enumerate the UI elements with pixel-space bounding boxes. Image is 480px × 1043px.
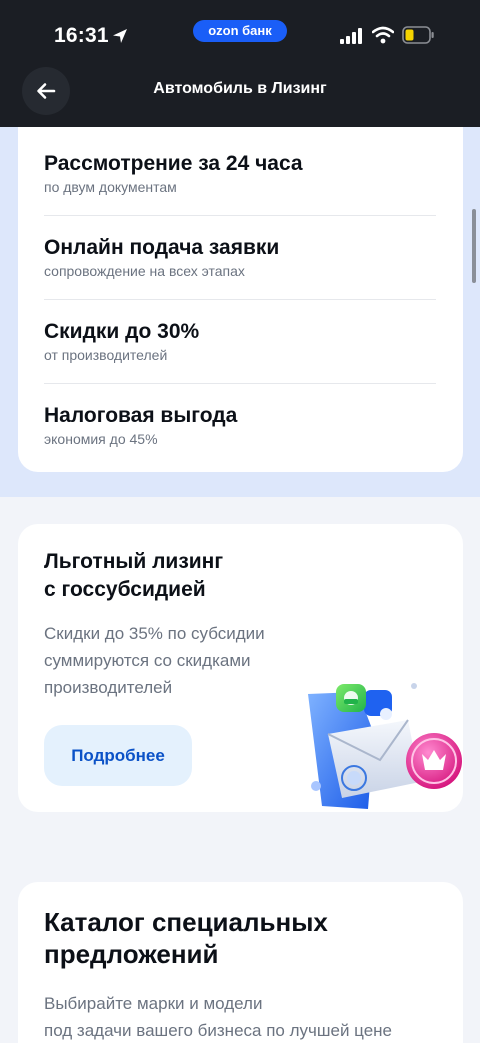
feature-subtitle: от производителей	[44, 347, 168, 363]
features-card: Рассмотрение за 24 часа по двум документ…	[18, 127, 463, 472]
location-arrow-icon	[113, 29, 127, 43]
feature-title: Налоговая выгода	[44, 404, 238, 427]
wifi-icon	[372, 26, 394, 44]
subsidy-title-line: Льготный лизинг	[44, 550, 224, 573]
catalog-description: Выбирайте марки и модели под задачи ваше…	[44, 990, 444, 1043]
subsidy-description-line: Скидки до 35% по субсидии	[44, 624, 265, 643]
more-details-button[interactable]: Подробнее	[44, 725, 192, 786]
status-time: 16:31	[54, 24, 109, 47]
catalog-description-line: Выбирайте марки и модели	[44, 994, 263, 1013]
subsidy-description-line: производителей	[44, 678, 173, 697]
feature-subtitle: экономия до 45%	[44, 431, 158, 447]
feature-item: Онлайн подача заявки сопровождение на вс…	[44, 235, 436, 279]
subsidy-title-line: с госсубсидией	[44, 578, 206, 601]
catalog-description-line: под задачи вашего бизнеса по лучшей цене	[44, 1021, 393, 1040]
page-title: Автомобиль в Лизинг	[153, 80, 327, 97]
feature-item: Рассмотрение за 24 часа по двум документ…	[44, 151, 436, 195]
signal-icon	[340, 28, 362, 44]
divider	[44, 299, 436, 300]
feature-subtitle: сопровождение на всех этапах	[44, 263, 245, 279]
subsidy-title: Льготный лизинг с госсубсидией	[44, 548, 304, 604]
feature-title: Онлайн подача заявки	[44, 236, 280, 259]
subsidy-card: Льготный лизинг с госсубсидией Скидки до…	[18, 524, 463, 812]
subsidy-description-line: суммируются со скидками	[44, 651, 251, 670]
divider	[44, 383, 436, 384]
bank-badge: ozon банк	[193, 20, 287, 42]
catalog-title-line: предложений	[44, 939, 219, 969]
feature-subtitle: по двум документам	[44, 179, 177, 195]
catalog-title-line: Каталог специальных	[44, 907, 328, 937]
subsidy-description: Скидки до 35% по субсидии суммируются со…	[44, 620, 304, 701]
scrollbar[interactable]	[472, 209, 476, 283]
battery-icon	[402, 26, 434, 44]
top-bar: 16:31 ozon банк Автомобиль в Лизинг	[0, 0, 480, 127]
feature-item: Скидки до 30% от производителей	[44, 319, 436, 363]
catalog-title: Каталог специальных предложений	[44, 906, 424, 970]
divider	[44, 215, 436, 216]
catalog-card[interactable]: Каталог специальных предложений Выбирайт…	[18, 882, 463, 1043]
feature-title: Скидки до 30%	[44, 320, 200, 343]
feature-item: Налоговая выгода экономия до 45%	[44, 403, 436, 447]
envelope-illustration	[308, 683, 462, 809]
feature-title: Рассмотрение за 24 часа	[44, 152, 303, 175]
